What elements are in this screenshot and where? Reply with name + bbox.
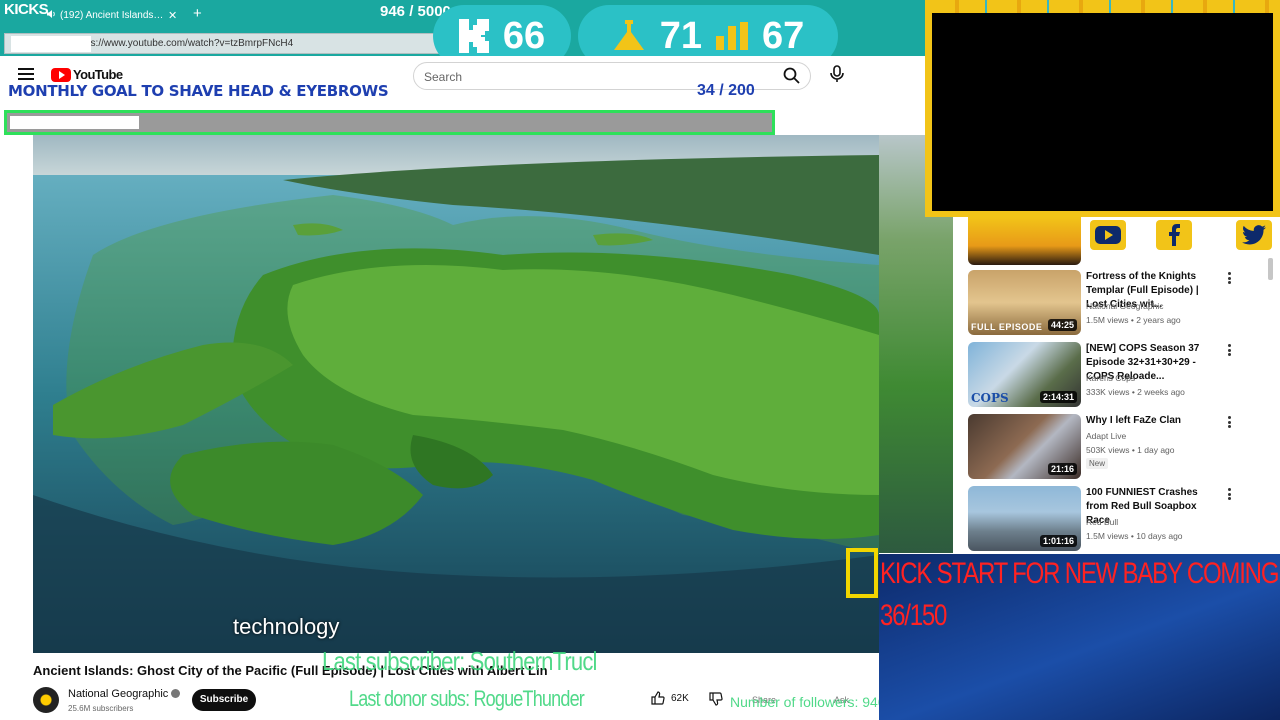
suggestion-channel[interactable]: Karens Cops — [1086, 373, 1135, 383]
subscriber-count: 25.6M subscribers — [68, 704, 134, 713]
video-caption: technology — [233, 614, 340, 639]
kick-stat-value: 66 — [502, 14, 546, 57]
subscribe-button[interactable]: Subscribe — [192, 689, 256, 711]
suggestion-item[interactable]: FULL EPISODE 44:25 Fortress of the Knigh… — [968, 270, 1268, 336]
monthly-goal-fill — [10, 116, 139, 129]
search-placeholder: Search — [424, 70, 463, 84]
monthly-goal-text: MONTHLY GOAL TO SHAVE HEAD & EYEBROWS — [8, 82, 389, 100]
webcam-frame — [925, 0, 1280, 217]
kicks-label: KICKS — [4, 1, 49, 18]
url-text: ps://www.youtube.com/watch?v=tzBmrpFNcH4 — [85, 38, 294, 49]
channel-name-row[interactable]: National Geographic — [68, 688, 181, 700]
suggestion-duration: 44:25 — [1047, 319, 1077, 331]
kick-start-frame — [846, 548, 878, 598]
channel-avatar[interactable] — [33, 687, 59, 713]
more-options-icon[interactable] — [1228, 488, 1232, 500]
kick-logo-icon — [458, 19, 489, 53]
suggestion-item[interactable]: 21:16 Why I left FaZe Clan Adapt Live 50… — [968, 414, 1268, 480]
youtube-logo-text: YouTube — [73, 67, 123, 82]
chart-stat-value: 67 — [762, 14, 805, 57]
suggestion-title[interactable]: Why I left FaZe Clan — [1086, 414, 1218, 428]
menu-icon[interactable] — [18, 68, 34, 80]
webcam-feed — [932, 13, 1273, 211]
close-tab-icon[interactable]: ✕ — [168, 9, 177, 22]
suggestion-meta: 333K views • 2 weeks ago — [1086, 387, 1185, 397]
suggestion-badge: COPS — [971, 391, 1009, 405]
suggestion-thumbnail[interactable]: FULL EPISODE 44:25 — [968, 270, 1081, 335]
facebook-icon[interactable] — [1156, 220, 1192, 250]
suggestion-badge: FULL EPISODE — [971, 322, 1043, 332]
channel-name[interactable]: National Geographic — [68, 688, 168, 700]
monthly-goal-count: 34 / 200 — [697, 82, 755, 99]
stream-screen: (192) Ancient Islands: Ghost City ✕ + ps… — [0, 0, 1280, 720]
youtube-play-icon — [51, 67, 71, 82]
like-count: 62K — [671, 692, 689, 704]
suggestion-duration: 2:14:31 — [1039, 391, 1077, 403]
tab-title: (192) Ancient Islands: Ghost City — [60, 9, 164, 21]
social-banner — [968, 217, 1081, 265]
kick-start-count: 36/150 — [880, 599, 947, 632]
kick-start-title: KICK START FOR NEW BABY COMING IN APRIL — [880, 557, 1280, 590]
bar-chart-icon — [716, 22, 748, 50]
suggestion-item[interactable]: 1:01:16 100 FUNNIEST Crashes from Red Bu… — [968, 486, 1268, 552]
webcam-frame-stripe — [925, 0, 1280, 13]
microphone-icon[interactable] — [829, 65, 845, 83]
youtube-icon[interactable] — [1090, 220, 1126, 250]
social-strip — [968, 217, 1280, 265]
flask-stat-value: 71 — [659, 14, 702, 57]
suggestion-channel[interactable]: National Geographic — [1086, 301, 1164, 311]
url-redaction — [11, 36, 91, 52]
search-icon[interactable] — [783, 67, 800, 84]
flask-icon — [613, 20, 644, 50]
address-bar[interactable]: ps://www.youtube.com/watch?v=tzBmrpFNcH4 — [4, 33, 440, 54]
suggestion-thumbnail[interactable]: 21:16 — [968, 414, 1081, 479]
suggestion-duration: 21:16 — [1047, 463, 1077, 475]
suggestion-meta: 503K views • 1 day ago — [1086, 445, 1175, 455]
sidebar-scrollbar[interactable] — [1268, 258, 1273, 280]
suggestion-duration: 1:01:16 — [1039, 535, 1077, 547]
monthly-goal-bar — [4, 110, 775, 135]
suggestion-thumbnail[interactable]: COPS 2:14:31 — [968, 342, 1081, 407]
more-options-icon[interactable] — [1228, 344, 1232, 356]
last-subscriber-alert: Last subscriber: SouthernTrucl — [322, 646, 597, 676]
suggestion-meta: 1.5M views • 10 days ago — [1086, 531, 1183, 541]
new-tab-button[interactable]: + — [193, 5, 202, 22]
followers-count: Number of followers: 940 — [730, 694, 886, 710]
suggestion-channel[interactable]: Red Bull — [1086, 517, 1118, 527]
browser-tab[interactable]: (192) Ancient Islands: Ghost City ✕ — [42, 3, 190, 27]
suggestion-thumbnail[interactable]: 1:01:16 — [968, 486, 1081, 551]
video-player[interactable] — [33, 135, 879, 653]
more-options-icon[interactable] — [1228, 272, 1232, 284]
last-donor-alert: Last donor subs: RogueThunder — [349, 686, 585, 711]
more-options-icon[interactable] — [1228, 416, 1232, 428]
verified-icon — [171, 689, 181, 698]
youtube-logo[interactable]: YouTube — [51, 67, 123, 82]
video-frame-island — [33, 135, 879, 653]
twitter-icon[interactable] — [1236, 220, 1272, 250]
suggestion-channel[interactable]: Adapt Live — [1086, 431, 1126, 441]
new-badge: New — [1086, 458, 1109, 469]
suggestion-meta: 1.5M views • 2 years ago — [1086, 315, 1181, 325]
like-button[interactable]: 62K — [651, 691, 689, 705]
thumbs-up-icon — [651, 691, 665, 705]
suggestion-item[interactable]: COPS 2:14:31 [NEW] COPS Season 37 Episod… — [968, 342, 1268, 408]
thumbs-down-icon[interactable] — [709, 692, 723, 706]
